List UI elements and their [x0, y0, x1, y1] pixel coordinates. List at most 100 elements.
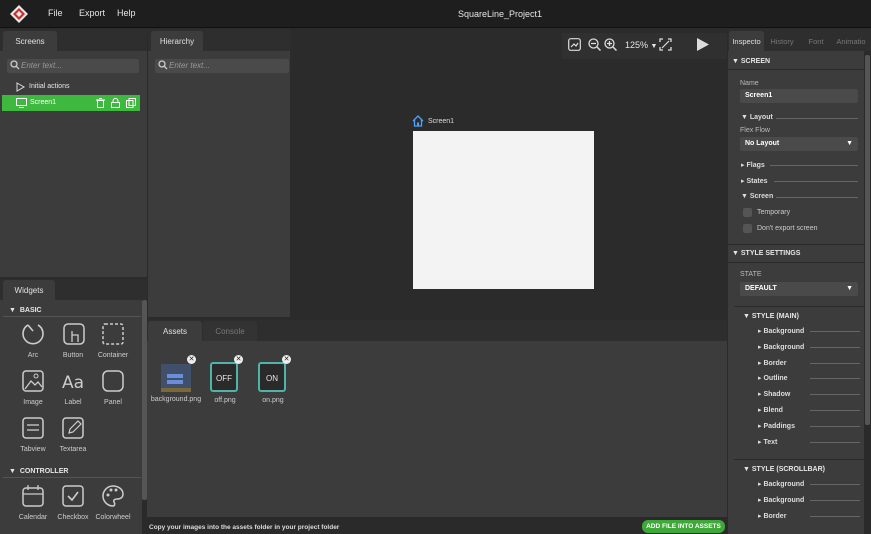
flex-flow-select[interactable]: No Layout ▼	[740, 137, 858, 151]
tab-inspector[interactable]: Inspecto	[729, 31, 764, 51]
style-property-row[interactable]: ▸ Background	[758, 480, 860, 496]
screens-panel: Screens Enter text... Initial actions Sc…	[0, 29, 147, 277]
zoom-out-icon[interactable]	[588, 38, 601, 51]
remove-asset-icon[interactable]: ✕	[234, 355, 243, 364]
flags-group-header[interactable]: ▸ Flags	[741, 161, 765, 169]
temporary-checkbox[interactable]	[743, 208, 752, 217]
widget-label: Textarea	[59, 446, 87, 453]
style-scrollbar-header[interactable]: ▼ STYLE (SCROLLBAR)	[743, 466, 825, 473]
zoom-level: 125%	[625, 40, 649, 50]
assets-panel: Assets Console ✕ background.png OFF ✕ of…	[147, 320, 727, 534]
style-property-label: Paddings	[763, 422, 795, 430]
style-property-row[interactable]: ▸ Blend	[758, 406, 860, 422]
screens-item-label: Screen1	[30, 99, 57, 106]
asset-label: background.png	[150, 396, 202, 403]
tab-animation[interactable]: Animatio	[832, 31, 870, 51]
screen-preview[interactable]	[413, 131, 594, 289]
image-icon	[22, 370, 44, 392]
lock-icon[interactable]	[111, 98, 120, 108]
tab-font[interactable]: Font	[802, 31, 830, 51]
remove-asset-icon[interactable]: ✕	[282, 355, 291, 364]
tab-history[interactable]: History	[766, 31, 798, 51]
screens-item-label: Initial actions	[29, 83, 70, 90]
home-icon	[412, 115, 424, 127]
style-property-row[interactable]: ▸ Border	[758, 512, 860, 528]
screen-group-header[interactable]: ▼ Screen	[741, 193, 773, 200]
asset-thumbnail-image	[161, 364, 191, 392]
duplicate-icon[interactable]	[126, 98, 136, 108]
screens-item-screen1[interactable]: Screen1	[2, 95, 140, 111]
style-property-row[interactable]: ▸ Text	[758, 438, 860, 454]
container-icon	[102, 323, 124, 345]
search-icon	[158, 60, 168, 72]
group-title: States	[746, 178, 768, 185]
widget-textarea[interactable]: Textarea	[48, 416, 98, 460]
layout-group-header[interactable]: ▼ Layout	[741, 114, 773, 121]
section-title: STYLE SETTINGS	[740, 250, 801, 257]
asset-item[interactable]: OFF ✕ off.png	[209, 354, 257, 414]
asset-thumbnail-on: ON	[258, 362, 286, 392]
chevron-down-icon: ▼	[846, 285, 853, 292]
style-property-row[interactable]: ▸ Outline	[758, 374, 860, 390]
style-property-row[interactable]: ▸ Paddings	[758, 422, 860, 438]
canvas-screen-label: Screen1	[428, 118, 455, 125]
widgets-panel: Widgets ▼ BASIC Arc Button Container Ima…	[0, 279, 147, 534]
play-icon[interactable]	[696, 37, 710, 52]
state-label: STATE	[740, 271, 762, 278]
style-settings-header[interactable]: ▼ STYLE SETTINGS	[732, 250, 800, 257]
style-property-label: Shadow	[763, 391, 791, 399]
style-property-row[interactable]: ▸ Background	[758, 327, 860, 343]
hierarchy-search-input[interactable]: Enter text...	[155, 59, 289, 73]
svg-text:Aa: Aa	[62, 373, 84, 393]
tab-console[interactable]: Console	[203, 321, 257, 341]
widget-label: Colorwheel	[95, 514, 131, 521]
widget-label: Container	[97, 352, 129, 359]
tab-screens[interactable]: Screens	[3, 31, 57, 51]
inspector-scrollbar[interactable]	[864, 51, 871, 534]
zoom-in-icon[interactable]	[604, 38, 617, 51]
section-controller-header[interactable]: ▼ CONTROLLER	[9, 468, 68, 475]
fullscreen-icon[interactable]	[659, 38, 672, 51]
dont-export-checkbox[interactable]	[743, 224, 752, 233]
style-property-row[interactable]: ▸ Background	[758, 496, 860, 512]
asset-thumbnail-off: OFF	[210, 362, 238, 392]
widget-container[interactable]: Container	[88, 322, 138, 366]
states-group-header[interactable]: ▸ States	[741, 177, 767, 185]
widget-colorwheel[interactable]: Colorwheel	[88, 484, 138, 528]
state-value: DEFAULT	[745, 285, 777, 292]
assets-footer-hint: Copy your images into the assets folder …	[149, 524, 340, 531]
style-property-row[interactable]: ▸ Shadow	[758, 390, 860, 406]
inspector-screen-header[interactable]: ▼ SCREEN	[732, 58, 770, 65]
style-property-label: Background	[763, 481, 805, 488]
tab-assets[interactable]: Assets	[148, 321, 202, 341]
fit-screen-icon[interactable]	[568, 38, 581, 51]
style-property-label: Outline	[763, 375, 788, 383]
style-main-header[interactable]: ▼ STYLE (MAIN)	[743, 313, 799, 320]
search-icon	[10, 60, 20, 72]
screens-item-initial-actions[interactable]: Initial actions	[16, 81, 136, 94]
monitor-icon	[16, 98, 27, 108]
group-title: Layout	[749, 114, 773, 121]
screen-name-input[interactable]: Screen1	[740, 89, 858, 103]
section-basic-header[interactable]: ▼ BASIC	[9, 307, 42, 314]
tab-widgets[interactable]: Widgets	[3, 280, 55, 300]
asset-item[interactable]: ✕ background.png	[150, 354, 202, 414]
style-property-row[interactable]: ▸ Border	[758, 359, 860, 375]
zoom-dropdown[interactable]: 125% ▼	[625, 40, 657, 50]
widget-panel[interactable]: Panel	[88, 369, 138, 413]
tab-hierarchy[interactable]: Hierarchy	[151, 31, 203, 51]
state-select[interactable]: DEFAULT ▼	[740, 282, 858, 296]
section-title: STYLE (SCROLLBAR)	[751, 466, 825, 473]
project-title: SquareLine_Project1	[457, 9, 543, 19]
checkbox-icon	[62, 485, 84, 507]
screens-search-input[interactable]: Enter text...	[7, 59, 139, 73]
add-file-into-assets-button[interactable]: ADD FILE INTO ASSETS	[642, 520, 725, 533]
tabview-icon	[22, 417, 44, 439]
group-title: Flags	[746, 162, 765, 169]
trash-icon[interactable]	[96, 98, 105, 108]
remove-asset-icon[interactable]: ✕	[187, 355, 196, 364]
canvas-area[interactable]: 125% ▼ Screen1	[291, 29, 727, 319]
chevron-down-icon: ▼	[846, 140, 853, 147]
asset-item[interactable]: ON ✕ on.png	[257, 354, 305, 414]
style-property-row[interactable]: ▸ Background	[758, 343, 860, 359]
